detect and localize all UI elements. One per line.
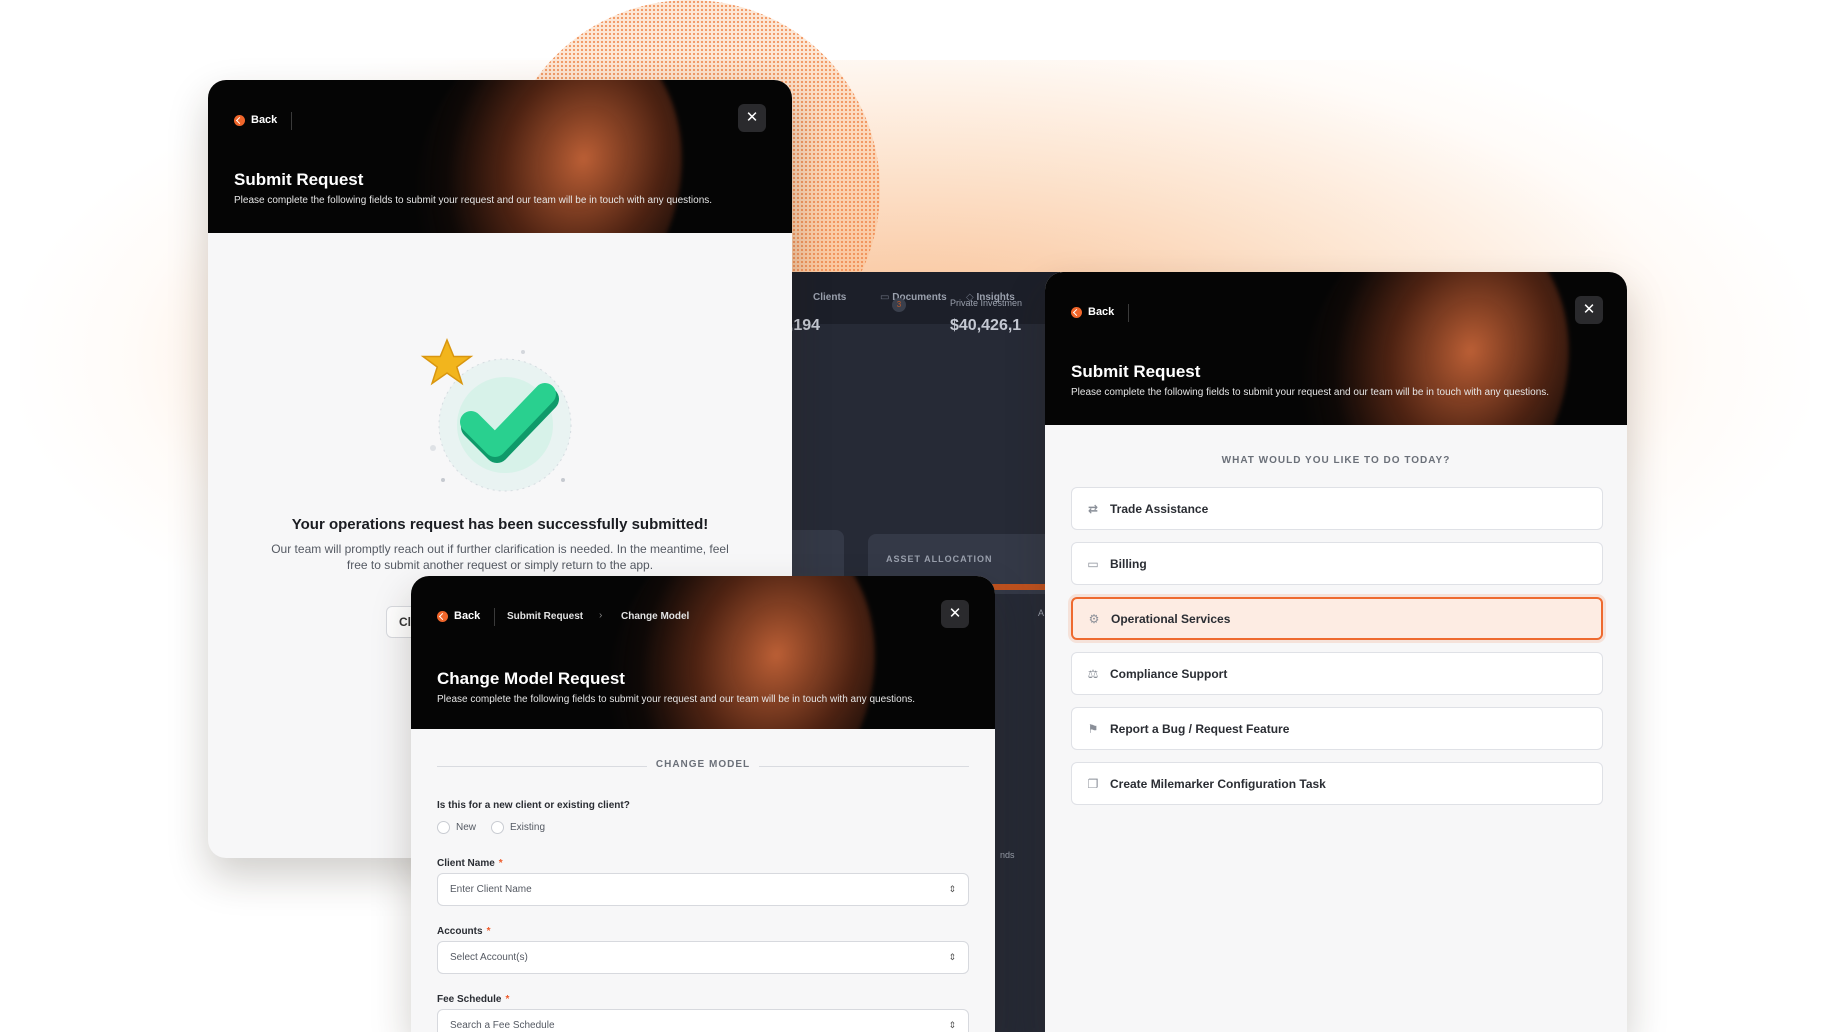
panel-header: Back Submit Request › Change Model ✕ Cha… [411, 576, 995, 729]
back-arrow-icon [234, 114, 245, 126]
option-label: Compliance Support [1110, 666, 1228, 681]
placeholder: Enter Client Name [450, 884, 532, 895]
partial-letter: A [1038, 608, 1045, 618]
radio-circle [437, 821, 450, 834]
breadcrumb-change-model: Change Model [621, 611, 690, 622]
client-name-select[interactable]: Enter Client Name ⇕ [437, 873, 969, 906]
page-title: Submit Request [234, 170, 364, 189]
page-subtitle: Please complete the following fields to … [234, 195, 713, 206]
field-label: Accounts [437, 926, 483, 937]
cog-circle-icon: ⚙ [1088, 611, 1100, 626]
scale-icon: ⚖ [1087, 666, 1099, 681]
breadcrumb-submit-request[interactable]: Submit Request [507, 611, 583, 622]
panel-header: Back ✕ Submit Request Please complete th… [208, 80, 792, 233]
page-subtitle: Please complete the following fields to … [1071, 387, 1550, 398]
client-name-label: Client Name * [437, 858, 503, 869]
back-label: Back [251, 114, 278, 126]
question-label: WHAT WOULD YOU LIKE TO DO TODAY? [1221, 455, 1451, 466]
required-mark: * [486, 926, 491, 937]
placeholder: Search a Fee Schedule [450, 1020, 555, 1031]
fee-schedule-select[interactable]: Search a Fee Schedule ⇕ [437, 1009, 969, 1032]
accounts-label: Accounts * [437, 926, 490, 937]
placeholder: Select Account(s) [450, 952, 528, 963]
option-report-bug[interactable]: ⚑ Report a Bug / Request Feature [1071, 707, 1603, 750]
radio-circle [491, 821, 504, 834]
required-mark: * [505, 994, 510, 1005]
section-heading: CHANGE MODEL [437, 759, 969, 773]
copy-icon: ❐ [1087, 776, 1099, 791]
option-label: Report a Bug / Request Feature [1110, 721, 1290, 736]
field-label: Client Name [437, 858, 495, 869]
radio-existing[interactable]: Existing [491, 821, 545, 834]
success-illustration [420, 338, 572, 492]
back-button[interactable]: Back [437, 610, 480, 622]
option-compliance-support[interactable]: ⚖ Compliance Support [1071, 652, 1603, 695]
credit-card-icon: ▭ [1087, 556, 1099, 571]
partial-text: nds [1000, 850, 1015, 860]
badge: 3 [892, 298, 906, 312]
page-title: Submit Request [1071, 362, 1201, 381]
header-glow [1258, 272, 1612, 425]
option-billing[interactable]: ▭ Billing [1071, 542, 1603, 585]
private-investments-label: Private Investmen [950, 298, 1023, 308]
back-button[interactable]: Back [234, 114, 277, 126]
fee-schedule-label: Fee Schedule * [437, 994, 509, 1005]
back-label: Back [1088, 306, 1115, 318]
success-title: Your operations request has been success… [291, 516, 709, 533]
asset-allocation-label: ASSET ALLOCATION [886, 554, 993, 564]
private-investments-value: $40,426,1 [950, 317, 1022, 334]
page-title: Change Model Request [437, 669, 625, 688]
required-mark: * [498, 858, 503, 869]
option-trade-assistance[interactable]: ⇄ Trade Assistance [1071, 487, 1603, 530]
option-configuration-task[interactable]: ❐ Create Milemarker Configuration Task [1071, 762, 1603, 805]
back-arrow-icon [1071, 306, 1082, 318]
field-label: Fee Schedule [437, 994, 502, 1005]
change-model-panel: Back Submit Request › Change Model ✕ Cha… [411, 576, 995, 1032]
close-button[interactable]: ✕ [738, 104, 766, 132]
radio-new[interactable]: New [437, 821, 476, 834]
folder-icon: ▭ [880, 292, 893, 303]
updown-chevron-icon: ⇕ [948, 884, 956, 894]
client-type-question: Is this for a new client or existing cli… [437, 800, 630, 811]
panel-header: Back ✕ Submit Request Please complete th… [1045, 272, 1627, 425]
breadcrumb-chevron-icon: › [599, 610, 603, 621]
option-operational-services[interactable]: ⚙ Operational Services [1071, 597, 1603, 640]
success-message: Our team will promptly reach out if furt… [271, 542, 729, 572]
submit-request-panel: Back ✕ Submit Request Please complete th… [1045, 272, 1627, 1032]
option-label: Create Milemarker Configuration Task [1110, 776, 1326, 791]
section-title: CHANGE MODEL [655, 759, 751, 770]
flag-icon: ⚑ [1087, 721, 1099, 736]
option-label: Billing [1110, 556, 1147, 571]
back-button[interactable]: Back [1071, 306, 1114, 318]
back-label: Back [454, 610, 481, 622]
tab-documents[interactable]: ▭ Documents [880, 292, 947, 303]
divider [291, 112, 292, 130]
divider [1128, 304, 1129, 322]
close-button[interactable]: ✕ [941, 600, 969, 628]
radio-label: Existing [510, 822, 546, 833]
divider [494, 608, 495, 626]
option-label: Trade Assistance [1110, 501, 1209, 516]
accounts-select[interactable]: Select Account(s) ⇕ [437, 941, 969, 974]
header-glow [564, 576, 918, 729]
swap-arrows-icon: ⇄ [1087, 501, 1099, 516]
radio-label: New [456, 822, 477, 833]
updown-chevron-icon: ⇕ [948, 1020, 956, 1030]
option-label: Operational Services [1111, 611, 1231, 626]
updown-chevron-icon: ⇕ [948, 952, 956, 962]
close-button[interactable]: ✕ [1575, 296, 1603, 324]
back-arrow-icon [437, 610, 448, 622]
page-subtitle: Please complete the following fields to … [437, 694, 916, 705]
header-glow [371, 80, 725, 233]
tab-clients[interactable]: Clients [813, 292, 846, 303]
